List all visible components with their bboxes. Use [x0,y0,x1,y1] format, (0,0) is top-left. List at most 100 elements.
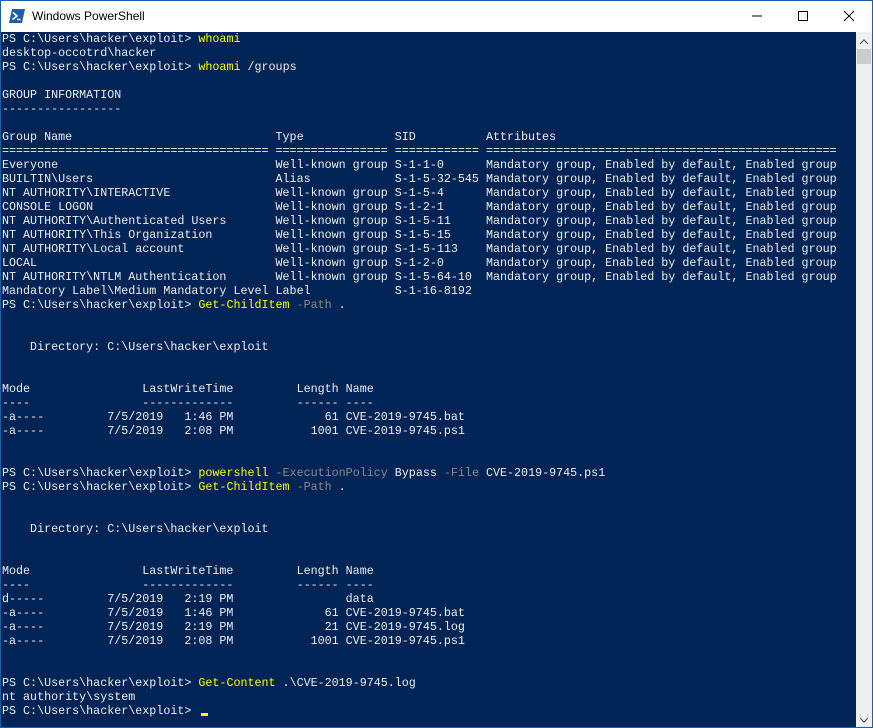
console-line: PS C:\Users\hacker\exploit> Get-ChildIte… [2,298,837,312]
console-line: ---- ------------- ------ ---- [2,578,837,592]
console-line: CONSOLE LOGON Well-known group S-1-2-1 M… [2,200,837,214]
title-bar[interactable]: Windows PowerShell [1,1,872,32]
output-text: ---- ------------- ------ ---- [2,578,374,592]
console-line: PS C:\Users\hacker\exploit> Get-Content … [2,676,837,690]
scrollbar-thumb[interactable] [857,49,871,64]
console-line: -a---- 7/5/2019 1:46 PM 61 CVE-2019-9745… [2,606,837,620]
output-text: Mandatory Label\Medium Mandatory Level L… [2,284,472,298]
output-text: GROUP INFORMATION [2,88,122,102]
console-line: -a---- 7/5/2019 1:46 PM 61 CVE-2019-9745… [2,410,837,424]
console-lines: PS C:\Users\hacker\exploit> whoami deskto… [2,32,837,718]
output-text: -a---- 7/5/2019 2:08 PM 1001 CVE-2019-97… [2,634,465,648]
output-text: -a---- 7/5/2019 1:46 PM 61 CVE-2019-9745… [2,410,465,424]
console-line: LOCAL Well-known group S-1-2-0 Mandatory… [2,256,837,270]
command-text: Get-ChildItem [198,480,290,494]
output-text: desktop-occotrd\hacker [2,46,157,60]
console-line: Everyone Well-known group S-1-1-0 Mandat… [2,158,837,172]
maximize-button[interactable] [780,1,826,32]
output-text: d----- 7/5/2019 2:19 PM data [2,592,374,606]
close-button[interactable] [826,1,872,32]
console-line: NT AUTHORITY\NTLM Authentication Well-kn… [2,270,837,284]
output-text: NT AUTHORITY\NTLM Authentication Well-kn… [2,270,837,284]
output-text: nt authority\system [2,690,136,704]
console-line: PS C:\Users\hacker\exploit> whoami /grou… [2,60,837,74]
command-text: powershell [198,466,269,480]
prompt-text: PS C:\Users\hacker\exploit> [2,704,199,718]
prompt-text: PS C:\Users\hacker\exploit> [2,60,199,74]
console-line: -a---- 7/5/2019 2:08 PM 1001 CVE-2019-97… [2,424,837,438]
command-text: Get-Content [198,676,276,690]
parameter-text: -ExecutionPolicy [268,466,388,480]
prompt-text: PS C:\Users\hacker\exploit> [2,298,199,312]
maximize-icon [798,8,808,26]
console-line: Directory: C:\Users\hacker\exploit [2,522,837,536]
output-text: Directory: C:\Users\hacker\exploit [2,522,269,536]
parameter-text: -Path [289,298,332,312]
output-text: Mode LastWriteTime Length Name [2,382,374,396]
vertical-scrollbar[interactable] [856,32,872,727]
console-line: Directory: C:\Users\hacker\exploit [2,340,837,354]
console-line: NT AUTHORITY\Authenticated Users Well-kn… [2,214,837,228]
output-text: -a---- 7/5/2019 1:46 PM 61 CVE-2019-9745… [2,606,465,620]
scroll-up-button[interactable] [856,32,872,48]
console-line: NT AUTHORITY\INTERACTIVE Well-known grou… [2,186,837,200]
console-line: PS C:\Users\hacker\exploit> Get-ChildIte… [2,480,837,494]
console-line: ----------------- [2,102,837,116]
console-line: PS C:\Users\hacker\exploit> whoami [2,32,837,46]
prompt-text: PS C:\Users\hacker\exploit> [2,480,199,494]
output-text: . [331,480,346,494]
prompt-text: PS C:\Users\hacker\exploit> [2,676,199,690]
output-text: /groups [240,60,297,74]
console-line: Mode LastWriteTime Length Name [2,382,837,396]
console-line: ---- ------------- ------ ---- [2,396,837,410]
window-title: Windows PowerShell [32,9,145,23]
output-text: Everyone Well-known group S-1-1-0 Mandat… [2,158,837,172]
command-text: whoami [198,32,241,46]
output-text: LOCAL Well-known group S-1-2-0 Mandatory… [2,256,837,270]
console-line: nt authority\system [2,690,837,704]
prompt-text: PS C:\Users\hacker\exploit> [2,32,199,46]
parameter-text: -File [436,466,479,480]
console-line: desktop-occotrd\hacker [2,46,837,60]
console-line: PS C:\Users\hacker\exploit> powershell -… [2,466,837,480]
output-text: Group Name Type SID Attributes [2,130,557,144]
console-line: -a---- 7/5/2019 2:08 PM 1001 CVE-2019-97… [2,634,837,648]
console-line: ====================================== =… [2,144,837,158]
output-text: Bypass [387,466,437,480]
console-line: NT AUTHORITY\Local account Well-known gr… [2,242,837,256]
output-text: ---- ------------- ------ ---- [2,396,374,410]
output-text: -a---- 7/5/2019 2:08 PM 1001 CVE-2019-97… [2,424,465,438]
console-line: d----- 7/5/2019 2:19 PM data [2,592,837,606]
parameter-text: -Path [289,480,332,494]
minimize-button[interactable] [734,1,780,32]
output-text: . [331,298,346,312]
output-text: ----------------- [2,102,122,116]
text-cursor [201,713,209,716]
console-output[interactable]: PS C:\Users\hacker\exploit> whoami deskto… [1,32,856,727]
minimize-icon [752,8,762,26]
output-text: BUILTIN\Users Alias S-1-5-32-545 Mandato… [2,172,837,186]
console-line: Mode LastWriteTime Length Name [2,564,837,578]
powershell-icon[interactable] [9,9,25,23]
close-icon [843,8,855,26]
output-text: -a---- 7/5/2019 2:19 PM 21 CVE-2019-9745… [2,620,465,634]
output-text: NT AUTHORITY\Authenticated Users Well-kn… [2,214,837,228]
output-text: CVE-2019-9745.ps1 [478,466,606,480]
output-text: Mode LastWriteTime Length Name [2,564,374,578]
output-text: NT AUTHORITY\Local account Well-known gr… [2,242,837,256]
output-text: Directory: C:\Users\hacker\exploit [2,340,269,354]
console-line: -a---- 7/5/2019 2:19 PM 21 CVE-2019-9745… [2,620,837,634]
output-text: NT AUTHORITY\This Organization Well-know… [2,228,837,242]
scroll-down-button[interactable] [856,711,872,727]
